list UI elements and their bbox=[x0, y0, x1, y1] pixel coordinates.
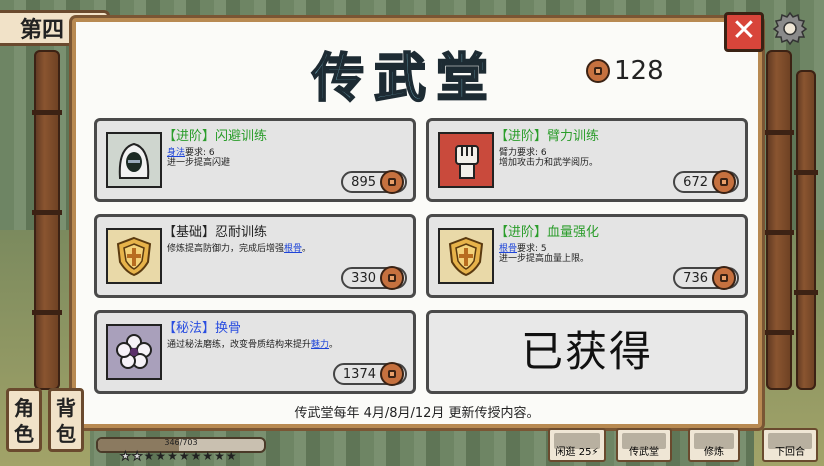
close-button[interactable]: ✕ bbox=[724, 12, 764, 52]
price-value: 1374 bbox=[342, 366, 376, 382]
star-filled-icon: ★ bbox=[167, 449, 179, 463]
price-value: 330 bbox=[351, 270, 376, 286]
coin-icon bbox=[712, 170, 736, 194]
skill-card-hp-enhance[interactable]: 【进阶】血量强化 根骨要求: 5 进一步提高血量上限。 736 bbox=[426, 214, 748, 298]
price-button[interactable]: 1374 bbox=[332, 362, 407, 386]
coin-icon bbox=[380, 362, 404, 386]
skill-card-arm-strength[interactable]: 【进阶】臂力训练 臂力要求: 6 增加攻击力和武学阅历。 672 bbox=[426, 118, 748, 202]
bamboo-stalk bbox=[794, 70, 818, 390]
panel-title: 传武堂 bbox=[311, 48, 499, 110]
card-name: 闪避训练 bbox=[215, 129, 268, 144]
star-filled-icon: ★ bbox=[202, 449, 215, 463]
flower-icon bbox=[106, 324, 162, 380]
price-button[interactable]: 330 bbox=[341, 266, 407, 290]
price-value: 895 bbox=[351, 174, 376, 190]
train-label: 修炼 bbox=[704, 447, 724, 458]
card-description-tail: 。 bbox=[302, 244, 312, 254]
price-button[interactable]: 736 bbox=[673, 266, 739, 290]
card-description: 进一步提高闪避 bbox=[167, 158, 231, 168]
bamboo-stalk bbox=[32, 50, 62, 390]
star-filled-icon: ★ bbox=[120, 449, 132, 464]
card-name: 换骨 bbox=[215, 321, 242, 336]
character-button[interactable]: 角色 bbox=[6, 388, 42, 452]
card-tag: 【进阶】 bbox=[495, 129, 548, 144]
bamboo-stalk bbox=[764, 50, 794, 390]
skill-card-dodge-training[interactable]: 【进阶】闪避训练 身法要求: 6 进一步提高闪避 895 bbox=[94, 118, 416, 202]
card-tag: 【基础】 bbox=[163, 225, 216, 240]
star-filled-icon: ★ bbox=[178, 449, 191, 463]
card-name: 血量强化 bbox=[547, 225, 600, 240]
star-rating: ★★★★★★★★★★ bbox=[120, 449, 238, 464]
star-empty-icon: ★ bbox=[214, 449, 226, 463]
card-tag: 【进阶】 bbox=[495, 225, 548, 240]
card-description: 修炼提高防御力，完成后增强 bbox=[167, 244, 285, 254]
inventory-button[interactable]: 背包 bbox=[48, 388, 84, 452]
attribute-link-meili[interactable]: 魅力 bbox=[311, 340, 329, 350]
close-icon: ✕ bbox=[731, 13, 757, 48]
card-name: 忍耐训练 bbox=[215, 225, 268, 240]
chuanwutang-panel: 传武堂 128 【进阶】闪避训练 身法要求: 6 进一步提高闪避 895 【进阶… bbox=[72, 18, 762, 428]
star-filled-icon: ★ bbox=[131, 449, 144, 464]
card-tag: 【进阶】 bbox=[163, 129, 216, 144]
price-button[interactable]: 895 bbox=[341, 170, 407, 194]
star-filled-icon: ★ bbox=[155, 449, 168, 463]
coin-icon bbox=[380, 170, 404, 194]
card-tag: 【秘法】 bbox=[163, 321, 216, 336]
next-turn-label: 下回合 bbox=[775, 447, 805, 458]
exp-text: 346/703 bbox=[164, 438, 198, 447]
gear-icon[interactable] bbox=[772, 10, 808, 46]
train-button[interactable]: 修炼 bbox=[688, 428, 740, 462]
fist-icon bbox=[438, 132, 494, 188]
coin-amount: 128 bbox=[614, 56, 664, 86]
coin-icon bbox=[712, 266, 736, 290]
chuanwutang-label: 传武堂 bbox=[629, 447, 659, 458]
next-turn-button[interactable]: 下回合 bbox=[762, 428, 818, 462]
card-description: 增加攻击力和武学阅历。 bbox=[499, 158, 599, 168]
star-filled-icon: ★ bbox=[143, 449, 156, 463]
skill-card-bone-change[interactable]: 【秘法】换骨 通过秘法磨练，改变骨质结构来提升魅力。 1374 bbox=[94, 310, 416, 394]
shield-icon bbox=[438, 228, 494, 284]
wander-button[interactable]: 闲逛 25⚡ bbox=[548, 428, 606, 462]
star-empty-icon: ★ bbox=[225, 449, 238, 463]
skill-card-endurance-training[interactable]: 【基础】忍耐训练 修炼提高防御力，完成后增强根骨。 330 bbox=[94, 214, 416, 298]
acquired-slot: 已获得 bbox=[426, 310, 748, 394]
card-description-tail: 。 bbox=[329, 340, 339, 350]
star-filled-icon: ★ bbox=[190, 449, 203, 463]
coin-counter: 128 bbox=[586, 56, 664, 86]
coin-icon bbox=[586, 59, 610, 83]
shield-icon bbox=[106, 228, 162, 284]
coin-icon bbox=[380, 266, 404, 290]
price-value: 736 bbox=[683, 270, 708, 286]
price-button[interactable]: 672 bbox=[673, 170, 739, 194]
stamina-count: 25⚡ bbox=[578, 447, 599, 458]
attribute-link-gengu[interactable]: 根骨 bbox=[284, 244, 302, 254]
card-description: 通过秘法磨练，改变骨质结构来提升 bbox=[167, 340, 312, 350]
refresh-notice: 传武堂每年 4月/8月/12月 更新传授内容。 bbox=[294, 406, 540, 421]
hooded-figure-icon bbox=[106, 132, 162, 188]
card-name: 臂力训练 bbox=[547, 129, 600, 144]
chuanwutang-button[interactable]: 传武堂 bbox=[616, 428, 672, 462]
price-value: 672 bbox=[683, 174, 708, 190]
card-description: 进一步提高血量上限。 bbox=[499, 254, 590, 264]
wander-label: 闲逛 bbox=[555, 447, 576, 458]
